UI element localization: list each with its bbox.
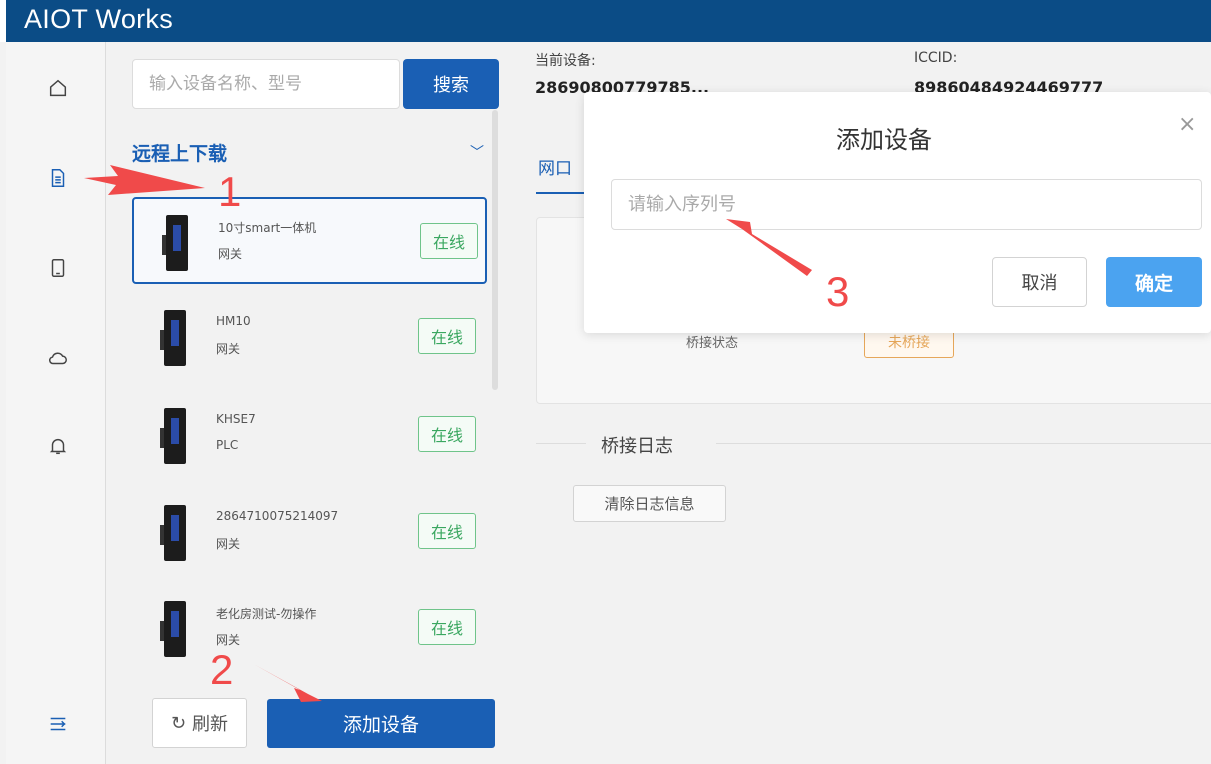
- device-image: [162, 215, 188, 271]
- chevron-down-icon: ﹀: [470, 145, 484, 161]
- refresh-button[interactable]: ↻ 刷新: [152, 698, 247, 748]
- device-image: [160, 408, 186, 464]
- confirm-button[interactable]: 确定: [1106, 257, 1202, 307]
- add-device-dialog: 添加设备 × 取消 确定: [584, 92, 1211, 333]
- collapse-menu-icon[interactable]: [46, 712, 70, 736]
- current-device-label: 当前设备:: [535, 53, 596, 69]
- group-header[interactable]: 远程上下载 ﹀: [132, 137, 492, 167]
- device-type: 网关: [216, 537, 241, 551]
- iccid-label: ICCID:: [914, 50, 958, 66]
- device-type: 网关: [218, 247, 243, 261]
- device-name: HM10: [216, 314, 251, 328]
- status-badge: 在线: [418, 609, 476, 645]
- status-badge: 在线: [418, 513, 476, 549]
- device-image: [160, 310, 186, 366]
- device-type: PLC: [216, 438, 239, 452]
- device-item[interactable]: 老化房测试-勿操作 网关 在线: [132, 585, 487, 672]
- clear-log-button[interactable]: 清除日志信息: [573, 485, 726, 522]
- device-name: 2864710075214097: [216, 509, 339, 523]
- refresh-label: 刷新: [192, 714, 229, 735]
- document-icon[interactable]: [46, 166, 70, 190]
- serial-number-input[interactable]: [611, 179, 1202, 230]
- dialog-title: 添加设备: [836, 126, 932, 154]
- device-item[interactable]: HM10 网关 在线: [132, 294, 487, 381]
- refresh-icon: ↻: [170, 712, 187, 734]
- scrollbar[interactable]: [492, 110, 498, 390]
- tab-underline: [536, 192, 584, 194]
- home-icon[interactable]: [46, 76, 70, 100]
- annotation-number-3: 3: [826, 268, 850, 315]
- annotation-number-2: 2: [210, 646, 234, 693]
- cloud-icon[interactable]: [46, 346, 70, 370]
- cancel-button[interactable]: 取消: [992, 257, 1087, 307]
- bridge-status-label: 桥接状态: [686, 336, 739, 351]
- top-bar-edge: [0, 0, 6, 42]
- divider: [536, 443, 586, 444]
- device-item[interactable]: 2864710075214097 网关 在线: [132, 489, 487, 576]
- search-input[interactable]: [132, 59, 400, 109]
- sidebar: [6, 42, 106, 764]
- log-title: 桥接日志: [601, 436, 673, 457]
- search-button[interactable]: 搜索: [403, 59, 499, 109]
- device-name: 老化房测试-勿操作: [216, 607, 317, 621]
- add-device-button[interactable]: 添加设备: [267, 699, 495, 748]
- device-name: KHSE7: [216, 412, 256, 426]
- bell-icon[interactable]: [46, 434, 70, 458]
- status-badge: 在线: [418, 318, 476, 354]
- tablet-icon[interactable]: [46, 256, 70, 280]
- top-bar: AIOT Works: [0, 0, 1211, 42]
- annotation-number-1: 1: [218, 168, 242, 215]
- divider: [716, 443, 1211, 444]
- status-badge: 在线: [420, 223, 478, 259]
- tab-network[interactable]: 网口: [538, 154, 572, 179]
- device-panel: 搜索 远程上下载 ﹀ 10寸smart一体机 网关 在线 HM10 网关 在线 …: [107, 42, 507, 764]
- status-badge: 在线: [418, 416, 476, 452]
- close-icon[interactable]: ×: [1178, 112, 1196, 137]
- device-image: [160, 601, 186, 657]
- device-item[interactable]: KHSE7 PLC 在线: [132, 392, 487, 479]
- device-name: 10寸smart一体机: [218, 221, 317, 235]
- device-type: 网关: [216, 342, 241, 356]
- group-title: 远程上下载: [132, 142, 228, 165]
- app-title: AIOT Works: [24, 4, 174, 34]
- device-image: [160, 505, 186, 561]
- device-item[interactable]: 10寸smart一体机 网关 在线: [132, 197, 487, 284]
